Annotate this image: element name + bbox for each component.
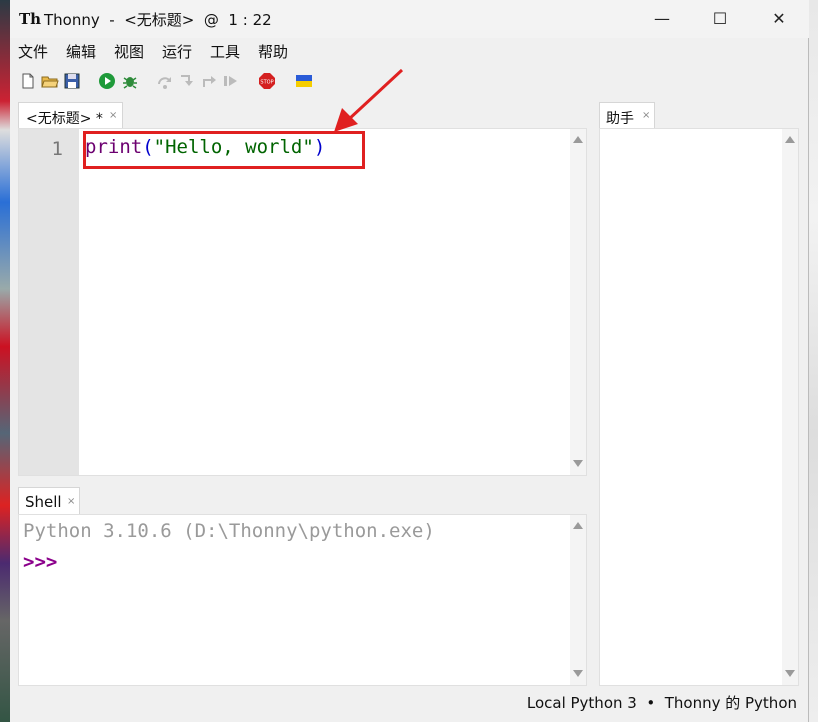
assistant-panel[interactable]: [599, 128, 799, 686]
scroll-up-icon[interactable]: [573, 522, 583, 529]
desktop-background-left: [0, 0, 10, 722]
scroll-down-icon[interactable]: [785, 670, 795, 677]
maximize-button[interactable]: ☐: [700, 6, 740, 32]
shell-prompt: >>>: [23, 551, 58, 573]
tab-untitled[interactable]: <无标题> * ×: [18, 102, 123, 128]
scroll-up-icon[interactable]: [785, 136, 795, 143]
menu-tools[interactable]: 工具: [210, 41, 240, 62]
menu-help[interactable]: 帮助: [258, 41, 288, 62]
tab-close-icon[interactable]: ×: [67, 496, 75, 507]
step-out-icon[interactable]: [200, 72, 218, 90]
title-bar[interactable]: Th Thonny - <无标题> @ 1 : 22 — ☐ ✕: [10, 0, 809, 38]
tab-close-icon[interactable]: ×: [642, 110, 650, 121]
menu-bar: 文件 编辑 视图 运行 工具 帮助: [10, 38, 809, 62]
resume-icon[interactable]: [222, 72, 240, 90]
new-file-icon[interactable]: [19, 72, 37, 90]
close-button[interactable]: ✕: [759, 6, 799, 32]
tab-label: 助手: [606, 111, 634, 127]
open-file-icon[interactable]: [41, 72, 59, 90]
debug-icon[interactable]: [121, 72, 139, 90]
svg-text:STOP: STOP: [260, 80, 273, 86]
menu-view[interactable]: 视图: [114, 41, 144, 62]
line-number-gutter: 1: [19, 129, 79, 475]
scroll-down-icon[interactable]: [573, 460, 583, 467]
step-into-icon[interactable]: [178, 72, 196, 90]
menu-edit[interactable]: 编辑: [66, 41, 96, 62]
scroll-down-icon[interactable]: [573, 670, 583, 677]
run-icon[interactable]: [98, 72, 116, 90]
tab-close-icon[interactable]: ×: [109, 110, 117, 121]
editor-scrollbar[interactable]: [570, 129, 586, 475]
annotation-highlight-box: [83, 131, 365, 169]
scroll-up-icon[interactable]: [573, 136, 583, 143]
tab-shell[interactable]: Shell ×: [18, 487, 80, 514]
shell-scrollbar[interactable]: [570, 515, 586, 685]
line-number: 1: [51, 138, 63, 160]
code-editor[interactable]: 1 print("Hello, world"): [18, 128, 587, 476]
tab-label: <无标题> *: [26, 111, 103, 127]
tab-label: Shell: [25, 493, 62, 511]
thonny-logo-icon: Th: [19, 10, 42, 28]
tab-assistant[interactable]: 助手 ×: [599, 102, 655, 128]
window-title: Thonny - <无标题> @ 1 : 22: [44, 11, 272, 29]
thonny-window: Th Thonny - <无标题> @ 1 : 22 — ☐ ✕ 文件 编辑 视…: [10, 0, 809, 722]
menu-file[interactable]: 文件: [18, 41, 48, 62]
annotation-arrow-icon: [334, 68, 404, 132]
save-icon[interactable]: [63, 72, 81, 90]
status-bar: Local Python 3 • Thonny 的 Python: [10, 688, 809, 722]
desktop-background-right: [809, 0, 818, 722]
assistant-scrollbar[interactable]: [782, 129, 798, 685]
ukraine-flag-icon[interactable]: [295, 72, 313, 90]
minimize-button[interactable]: —: [642, 6, 682, 32]
stop-icon[interactable]: STOP: [258, 72, 276, 90]
menu-run[interactable]: 运行: [162, 41, 192, 62]
shell-banner: Python 3.10.6 (D:\Thonny\python.exe): [23, 520, 435, 542]
shell-panel[interactable]: Python 3.10.6 (D:\Thonny\python.exe) >>>: [18, 514, 587, 686]
step-over-icon[interactable]: [156, 72, 174, 90]
interpreter-status[interactable]: Local Python 3 • Thonny 的 Python: [527, 692, 797, 713]
